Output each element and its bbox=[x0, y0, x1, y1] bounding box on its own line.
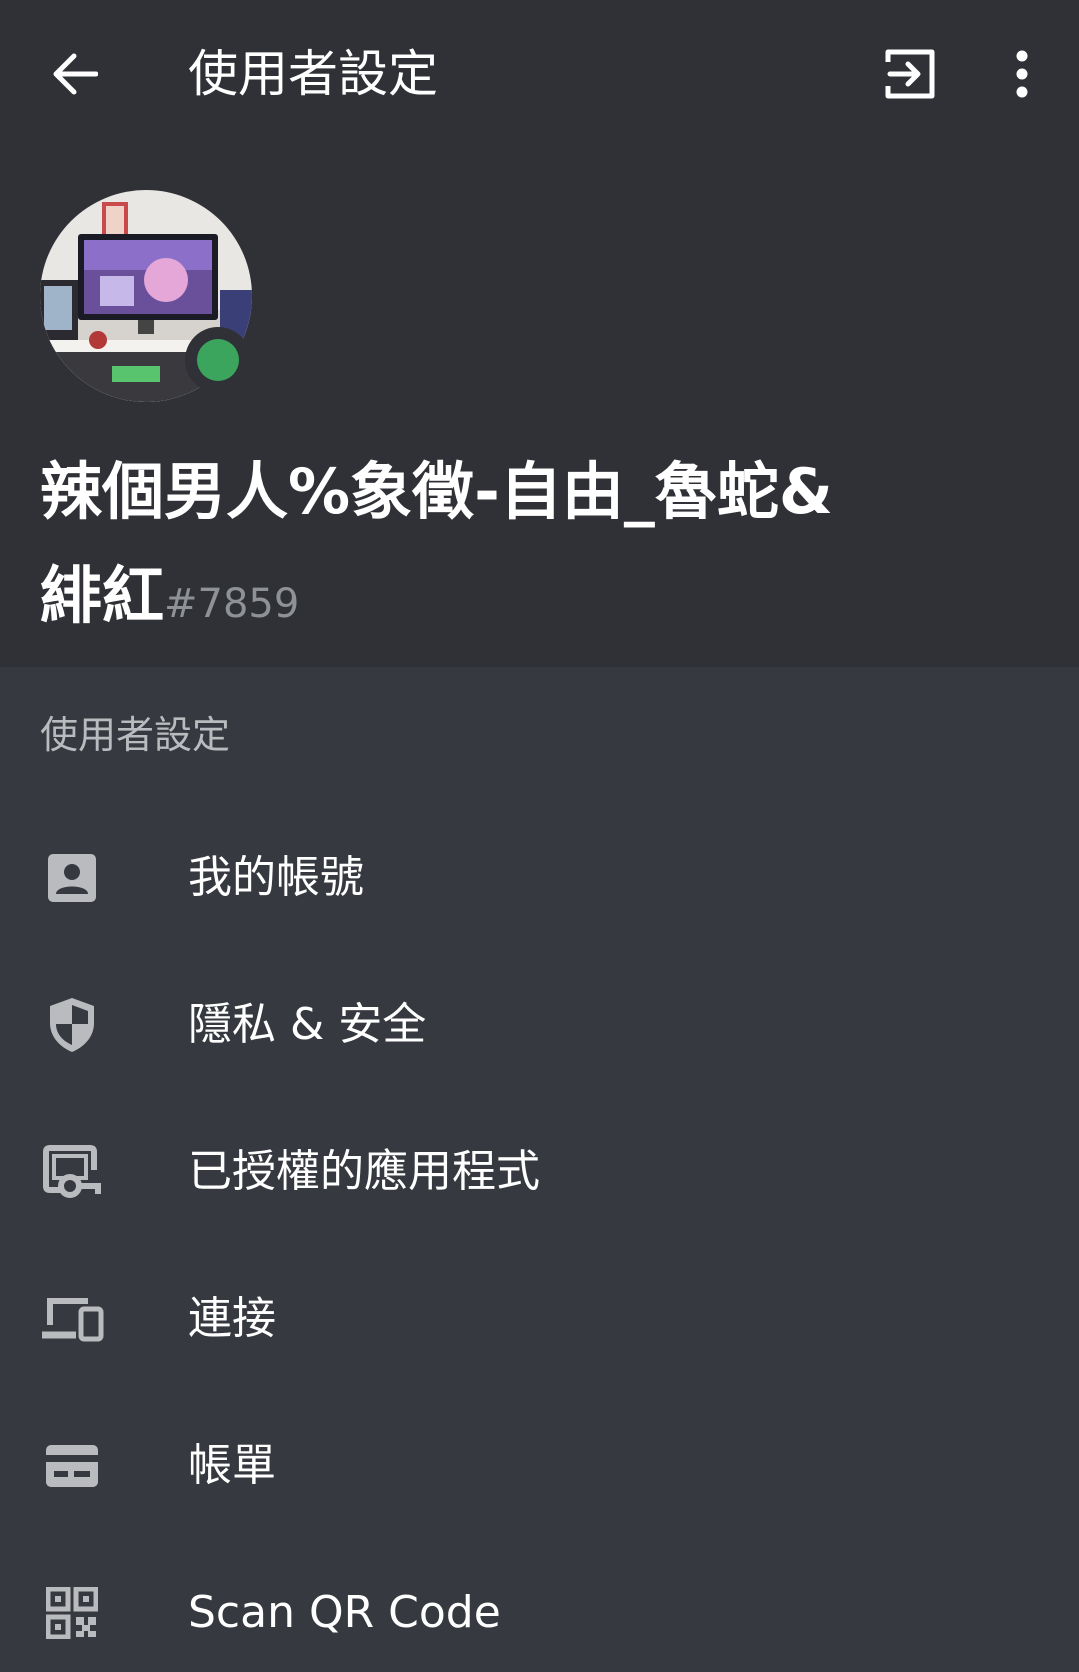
username-line-1: 辣個男人%象徵-自由_魯蛇& bbox=[40, 455, 833, 528]
menu-item-billing[interactable]: 帳單 bbox=[0, 1392, 1079, 1539]
logout-icon bbox=[885, 49, 935, 99]
menu-item-connections[interactable]: 連接 bbox=[0, 1245, 1079, 1392]
top-bar: 使用者設定 bbox=[0, 0, 1079, 150]
arrow-left-icon bbox=[53, 53, 98, 95]
more-vertical-icon bbox=[1016, 50, 1028, 98]
menu-item-label: 隱私 & 安全 bbox=[188, 999, 427, 1050]
profile-header: 使用者設定 辣個男人%象徵-自由_魯蛇& 緋紅#7859 bbox=[0, 0, 1079, 667]
menu-item-label: 已授權的應用程式 bbox=[188, 1146, 540, 1197]
shield-icon bbox=[38, 995, 106, 1055]
username-suffix: 緋紅 bbox=[40, 559, 165, 632]
back-button[interactable] bbox=[40, 40, 108, 108]
status-indicator bbox=[185, 327, 251, 393]
more-options-button[interactable] bbox=[1000, 44, 1044, 104]
devices-icon bbox=[38, 1289, 106, 1349]
user-discriminator: #7859 bbox=[164, 581, 300, 627]
settings-menu: 我的帳號 隱私 & 安全 已授權的應用程式 連接 帳單 Scan QR Code bbox=[0, 804, 1079, 1672]
qr-code-icon bbox=[38, 1583, 106, 1643]
online-status-dot bbox=[197, 339, 239, 381]
menu-item-label: 帳單 bbox=[188, 1440, 276, 1491]
username: 辣個男人%象徵-自由_魯蛇& 緋紅#7859 bbox=[40, 440, 1020, 656]
user-settings-screen: 使用者設定 辣個男人%象徵-自由_魯蛇& 緋紅#7859 使用者設定 我的帳號 … bbox=[0, 0, 1079, 1672]
menu-item-label: 連接 bbox=[188, 1293, 276, 1344]
account-icon bbox=[38, 848, 106, 908]
menu-item-privacy-safety[interactable]: 隱私 & 安全 bbox=[0, 951, 1079, 1098]
logout-button[interactable] bbox=[880, 44, 940, 104]
credit-card-icon bbox=[38, 1436, 106, 1496]
page-title: 使用者設定 bbox=[188, 45, 438, 103]
section-header: 使用者設定 bbox=[40, 713, 231, 757]
username-line-2: 緋紅#7859 bbox=[40, 544, 1020, 656]
authorized-apps-icon bbox=[38, 1142, 106, 1202]
menu-item-scan-qr-code[interactable]: Scan QR Code bbox=[0, 1539, 1079, 1672]
menu-item-label: 我的帳號 bbox=[188, 852, 364, 903]
menu-item-my-account[interactable]: 我的帳號 bbox=[0, 804, 1079, 951]
menu-item-label: Scan QR Code bbox=[188, 1587, 501, 1638]
menu-item-authorized-apps[interactable]: 已授權的應用程式 bbox=[0, 1098, 1079, 1245]
avatar-container[interactable] bbox=[40, 190, 252, 402]
